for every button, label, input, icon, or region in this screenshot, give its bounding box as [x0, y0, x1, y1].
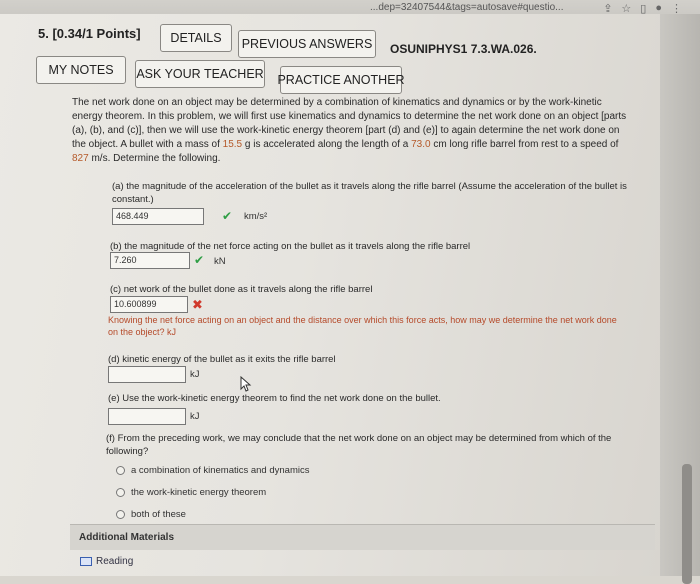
part-a-unit: km/s²: [244, 211, 268, 222]
url-text[interactable]: ...dep=32407544&tags=autosave#questio...: [370, 2, 564, 13]
scrollbar[interactable]: [660, 14, 700, 584]
practice-another-button[interactable]: PRACTICE ANOTHER: [277, 66, 405, 94]
part-d-unit: kJ: [190, 369, 200, 380]
part-b-input[interactable]: 7.260: [110, 252, 190, 269]
part-f-prompt: (f) From the preceding work, we may conc…: [106, 433, 612, 457]
problem-text-2: g is accelerated along the length of a: [242, 139, 412, 150]
length-value: 73.0: [411, 139, 431, 150]
previous-answers-button[interactable]: PREVIOUS ANSWERS: [238, 30, 376, 58]
part-d-prompt: (d) kinetic energy of the bullet as it e…: [108, 354, 336, 365]
additional-materials-header: Additional Materials: [70, 524, 655, 550]
mass-value: 15.5: [222, 139, 243, 150]
option-kinematics-dynamics[interactable]: a combination of kinematics and dynamics: [116, 465, 309, 476]
radio-icon[interactable]: [116, 510, 125, 519]
part-c-input[interactable]: 10.600899: [110, 296, 188, 313]
problem-text-3: cm long rifle barrel from rest to a spee…: [430, 139, 619, 150]
part-a-prompt: (a) the magnitude of the acceleration of…: [112, 181, 627, 205]
problem-text: The net work done on an object may be de…: [72, 96, 632, 166]
part-c-prompt: (c) net work of the bullet done as it tr…: [110, 284, 373, 295]
reading-link[interactable]: Reading: [80, 556, 133, 567]
my-notes-button[interactable]: MY NOTES: [36, 56, 126, 84]
ask-teacher-button[interactable]: ASK YOUR TEACHER: [135, 60, 265, 88]
problem-code: OSUNIPHYS1 7.3.WA.026.: [390, 42, 537, 56]
option-label: the work-kinetic energy theorem: [131, 487, 267, 498]
option-work-kinetic-theorem[interactable]: the work-kinetic energy theorem: [116, 487, 266, 498]
scrollbar-thumb[interactable]: [682, 464, 692, 584]
part-e-unit: kJ: [190, 411, 200, 422]
check-icon: ✔: [194, 253, 205, 267]
option-label: a combination of kinematics and dynamics: [131, 465, 310, 476]
part-b-prompt: (b) the magnitude of the net force actin…: [110, 241, 471, 252]
option-label: both of these: [131, 509, 186, 520]
cross-icon: ✖: [192, 297, 203, 312]
question-number: 5. [0.34/1 Points]: [38, 26, 141, 41]
part-c-hint: Knowing the net force acting on an objec…: [108, 315, 617, 337]
problem-text-4: m/s. Determine the following.: [88, 153, 221, 164]
mouse-cursor-icon: [240, 376, 252, 392]
book-icon: [80, 557, 92, 566]
part-e-prompt: (e) Use the work-kinetic energy theorem …: [108, 393, 441, 404]
option-both[interactable]: both of these: [116, 509, 186, 520]
part-a-input[interactable]: 468.449: [112, 208, 204, 225]
part-d-input[interactable]: [108, 366, 186, 383]
reading-label[interactable]: Reading: [96, 556, 133, 567]
part-b-unit: kN: [214, 256, 226, 267]
check-icon: ✔: [222, 209, 233, 223]
speed-value: 827: [72, 153, 89, 164]
part-e-input[interactable]: [108, 408, 186, 425]
details-button[interactable]: DETAILS: [160, 24, 232, 52]
radio-icon[interactable]: [116, 488, 125, 497]
radio-icon[interactable]: [116, 466, 125, 475]
